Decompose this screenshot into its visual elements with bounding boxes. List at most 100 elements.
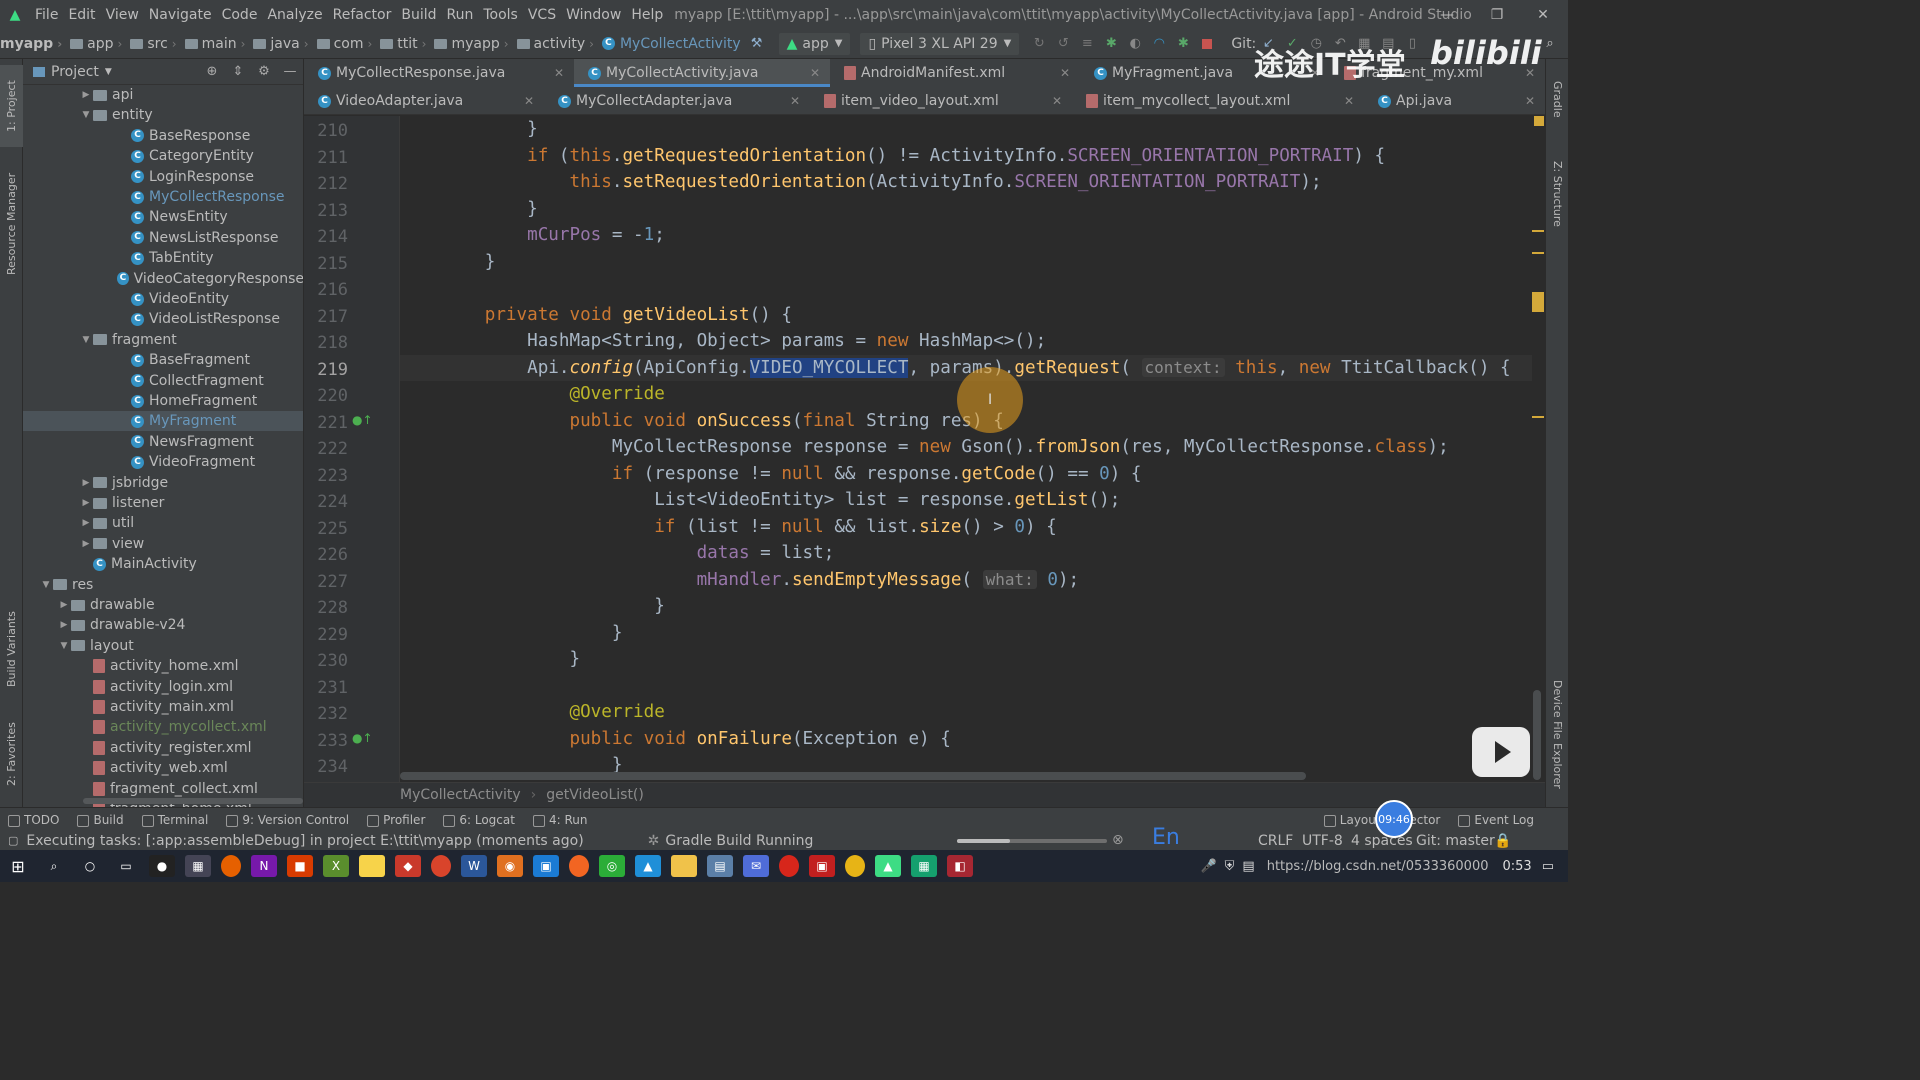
excel-icon[interactable]: X [323, 855, 349, 877]
line-number[interactable]: 214 [304, 227, 348, 247]
close-tab-icon[interactable]: ✕ [1336, 94, 1354, 108]
hammer-icon[interactable]: ⚒ [745, 33, 769, 55]
close-tab-icon[interactable]: ✕ [1517, 94, 1535, 108]
tree-item[interactable]: C VideoFragment [23, 452, 303, 472]
breadcrumb-item[interactable]: C MyCollectActivity [601, 36, 745, 52]
code-line[interactable] [400, 275, 1532, 301]
app-icon[interactable]: ◆ [395, 855, 421, 877]
close-tab-icon[interactable]: ✕ [546, 66, 564, 80]
line-number[interactable]: 230 [304, 651, 348, 671]
line-number[interactable]: 223 [304, 466, 348, 486]
tab-device-file-explorer[interactable]: Device File Explorer [1546, 669, 1569, 799]
tree-item[interactable]: activity_home.xml [23, 656, 303, 676]
tab-build[interactable]: Build [69, 813, 133, 827]
app-icon[interactable]: ▤ [707, 855, 733, 877]
netease-music-icon[interactable] [779, 855, 799, 877]
line-number[interactable]: 234 [304, 757, 348, 777]
code-editor[interactable]: } if (this.getRequestedOrientation() != … [400, 116, 1532, 772]
menu-analyze[interactable]: Analyze [262, 7, 327, 23]
editor-tab[interactable]: C Api.java ✕ [1364, 87, 1545, 114]
line-number[interactable]: 210 [304, 121, 348, 141]
app-icon[interactable]: ▣ [533, 855, 559, 877]
profile-icon[interactable]: ◠ [1147, 33, 1171, 55]
tree-item[interactable]: ▶ util [23, 513, 303, 533]
tab-project[interactable]: 1: Project [0, 65, 23, 147]
warning-stripe[interactable] [1532, 292, 1544, 312]
word-icon[interactable]: W [461, 855, 487, 877]
stop-icon[interactable] [1195, 33, 1219, 55]
sticky-notes-icon[interactable] [359, 855, 385, 877]
debug-icon[interactable]: ✱ [1099, 33, 1123, 55]
editor-tab[interactable]: C VideoAdapter.java ✕ [304, 87, 544, 114]
device-select[interactable]: ▯ Pixel 3 XL API 29 ▼ [860, 32, 1020, 55]
app-icon[interactable]: ▲ [635, 855, 661, 877]
line-number[interactable]: 222 [304, 439, 348, 459]
line-number[interactable]: 226 [304, 545, 348, 565]
tree-item[interactable]: ▼ entity [23, 105, 303, 125]
tree-item[interactable]: C VideoListResponse [23, 309, 303, 329]
code-line[interactable]: List<VideoEntity> list = response.getLis… [400, 487, 1532, 513]
override-marker-icon[interactable]: ●↑ [352, 413, 373, 427]
browser-icon[interactable] [431, 855, 451, 877]
maximize-icon[interactable]: ❐ [1474, 0, 1520, 29]
menu-view[interactable]: View [101, 7, 144, 23]
taskbar-clock[interactable]: 0:53 [1503, 859, 1532, 874]
menu-file[interactable]: File [30, 7, 63, 23]
tree-item[interactable]: ▶ api [23, 85, 303, 105]
close-tab-icon[interactable]: ✕ [782, 94, 800, 108]
chevron-right-icon[interactable]: ▶ [79, 539, 93, 549]
chevron-right-icon[interactable]: ▶ [57, 620, 71, 630]
breadcrumb-item[interactable]: activity › [516, 36, 602, 52]
chrome-icon[interactable] [845, 855, 865, 877]
mic-icon[interactable]: 🎤 [1200, 859, 1216, 874]
line-number[interactable]: 224 [304, 492, 348, 512]
tree-item[interactable]: C MainActivity [23, 554, 303, 574]
menu-help[interactable]: Help [626, 7, 668, 23]
menu-navigate[interactable]: Navigate [144, 7, 217, 23]
breadcrumb-item[interactable]: com › [316, 36, 381, 52]
build-status[interactable]: Gradle Build Running [665, 833, 813, 849]
close-tab-icon[interactable]: ✕ [516, 94, 534, 108]
attach-debugger-icon[interactable]: ✱ [1171, 33, 1195, 55]
editor-tab[interactable]: item_mycollect_layout.xml ✕ [1072, 87, 1364, 114]
line-number[interactable]: 213 [304, 201, 348, 221]
breadcrumb-method[interactable]: getVideoList() [546, 787, 644, 803]
status-toggle-icon[interactable]: ▢ [8, 834, 18, 847]
code-line[interactable]: if (response != null && response.getCode… [400, 461, 1532, 487]
code-line[interactable]: datas = list; [400, 540, 1532, 566]
tree-item[interactable]: C BaseFragment [23, 350, 303, 370]
tree-item[interactable]: activity_login.xml [23, 677, 303, 697]
menu-build[interactable]: Build [396, 7, 441, 23]
tree-item[interactable]: C TabEntity [23, 248, 303, 268]
breadcrumb-item[interactable]: myapp › [0, 36, 70, 52]
apply-code-changes-icon[interactable]: ≡ [1075, 33, 1099, 55]
apply-changes-icon[interactable]: ↺ [1051, 33, 1075, 55]
code-line[interactable]: } [400, 620, 1532, 646]
close-tab-icon[interactable]: ✕ [1052, 66, 1070, 80]
chevron-right-icon[interactable]: ▶ [79, 478, 93, 488]
code-line[interactable]: mCurPos = -1; [400, 222, 1532, 248]
tree-item[interactable]: C NewsListResponse [23, 228, 303, 248]
tree-item[interactable]: C VideoCategoryResponse [23, 269, 303, 289]
tree-item[interactable]: ▶ jsbridge [23, 473, 303, 493]
file-encoding[interactable]: UTF-8 [1302, 833, 1343, 849]
chevron-right-icon[interactable]: ▶ [79, 90, 93, 100]
breadcrumb-item[interactable]: java › [253, 36, 316, 52]
tree-item[interactable]: ▶ listener [23, 493, 303, 513]
line-number[interactable]: 220 [304, 386, 348, 406]
task-view-icon[interactable]: ▭ [113, 855, 139, 877]
app-icon[interactable]: ◧ [947, 855, 973, 877]
line-number[interactable]: 233 [304, 731, 348, 751]
tab-6-logcat[interactable]: 6: Logcat [435, 813, 525, 827]
search-icon[interactable]: ⌕ [41, 855, 67, 877]
tab-build-variants[interactable]: Build Variants [0, 599, 23, 699]
code-line[interactable]: mHandler.sendEmptyMessage( what: 0); [400, 567, 1532, 593]
code-line[interactable]: } [400, 116, 1532, 142]
status-message[interactable]: Executing tasks: [:app:assembleDebug] in… [26, 833, 583, 849]
chevron-down-icon[interactable]: ▼ [57, 641, 71, 651]
collapse-all-icon[interactable]: ⇕ [225, 64, 251, 79]
tab-todo[interactable]: TODO [0, 813, 69, 827]
tree-item[interactable]: C CollectFragment [23, 371, 303, 391]
tree-item[interactable]: C HomeFragment [23, 391, 303, 411]
app-icon[interactable]: ✉ [743, 855, 769, 877]
